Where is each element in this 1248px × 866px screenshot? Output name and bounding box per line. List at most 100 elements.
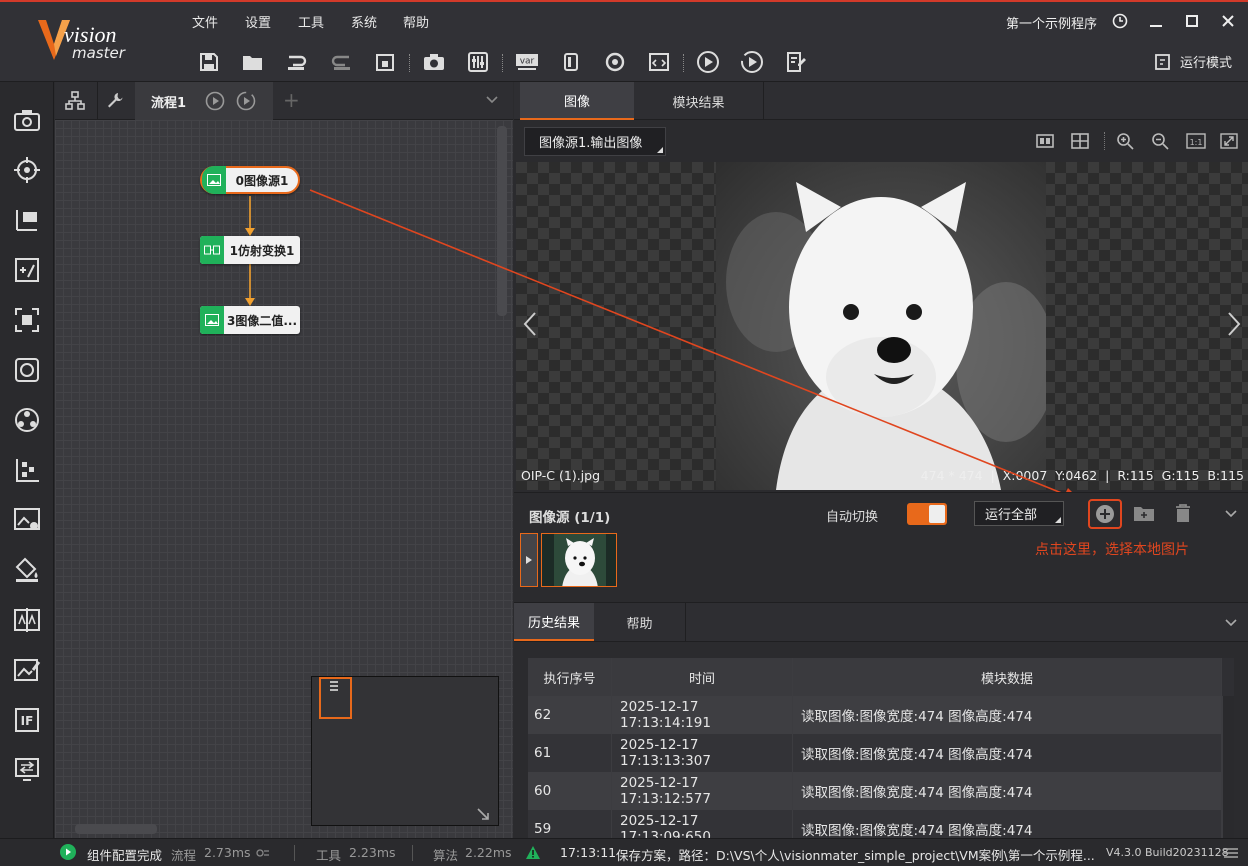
- flow-tab-label: 流程1: [151, 96, 187, 111]
- defect-detect-icon[interactable]: [11, 304, 43, 336]
- image-process-icon[interactable]: [11, 254, 43, 286]
- communication-tool-icon[interactable]: [11, 754, 43, 786]
- table-row[interactable]: 59 2025-12-17 17:13:09:650 读取图像:图像宽度:474…: [528, 810, 1222, 838]
- add-flow-icon[interactable]: +: [283, 88, 300, 112]
- image-source-dropdown[interactable]: 图像源1.输出图像: [524, 127, 666, 156]
- warning-icon: [525, 845, 541, 860]
- table-row[interactable]: 62 2025-12-17 17:13:14:191 读取图像:图像宽度:474…: [528, 696, 1222, 734]
- cell-data: 读取图像:图像宽度:474 图像高度:474: [793, 734, 1222, 772]
- single-view-icon[interactable]: [1036, 132, 1054, 150]
- fill-icon[interactable]: [11, 554, 43, 586]
- wrench-icon[interactable]: [106, 91, 124, 109]
- open-folder-icon[interactable]: [238, 47, 268, 77]
- zoom-in-icon[interactable]: [1116, 132, 1134, 150]
- flow-node-image-source[interactable]: 0图像源1: [200, 166, 300, 194]
- save-icon[interactable]: [194, 47, 224, 77]
- camera-icon[interactable]: [419, 47, 449, 77]
- run-loop-icon[interactable]: [737, 47, 767, 77]
- menu-settings[interactable]: 设置: [245, 12, 271, 31]
- thumbnail-expand-button[interactable]: [520, 533, 538, 587]
- cell-data: 读取图像:图像宽度:474 图像高度:474: [793, 696, 1222, 734]
- communication-icon[interactable]: [556, 47, 586, 77]
- if-condition-icon[interactable]: IF: [11, 704, 43, 736]
- history-tab-bar: 历史结果 帮助: [514, 602, 1248, 642]
- tab-history[interactable]: 历史结果: [514, 603, 594, 641]
- lock-icon[interactable]: [370, 47, 400, 77]
- delete-icon[interactable]: [1174, 503, 1192, 523]
- maximize-button[interactable]: [1178, 10, 1206, 32]
- pixel-info: 474 * 474 | X:0007 Y:0462 | R:115 G:115 …: [920, 468, 1244, 483]
- minimize-button[interactable]: [1142, 10, 1170, 32]
- cell-seq: 59: [528, 810, 612, 838]
- collapse-history-icon[interactable]: [1224, 616, 1238, 630]
- next-image-icon[interactable]: [1226, 310, 1242, 338]
- app-logo: vision master: [34, 16, 154, 66]
- locate-crosshair-icon[interactable]: [11, 154, 43, 186]
- column-header-data: 模块数据: [793, 658, 1222, 696]
- collapse-panel-icon[interactable]: [1224, 507, 1238, 521]
- tab-help[interactable]: 帮助: [594, 603, 686, 641]
- tab-image[interactable]: 图像: [520, 82, 634, 120]
- table-row[interactable]: 61 2025-12-17 17:13:13:307 读取图像:图像宽度:474…: [528, 734, 1222, 772]
- auto-switch-toggle[interactable]: [907, 503, 947, 525]
- minimap-viewport[interactable]: [319, 677, 352, 719]
- calibration-icon[interactable]: [11, 454, 43, 486]
- status-bar: 组件配置完成 流程 2.73ms 工具 2.23ms 算法 2.22ms 17:…: [0, 838, 1248, 866]
- run-all-dropdown[interactable]: 运行全部: [974, 501, 1064, 526]
- chevron-down-icon[interactable]: [485, 92, 499, 106]
- run-once-icon[interactable]: [693, 47, 723, 77]
- flow-node-binarize[interactable]: 3图像二值...: [200, 306, 300, 334]
- dropdown-corner-icon: [1055, 517, 1061, 523]
- align-icon[interactable]: [11, 604, 43, 636]
- grid-view-icon[interactable]: [1071, 132, 1089, 150]
- status-tool-time: 2.23ms: [349, 845, 396, 860]
- flow-run-icon[interactable]: [205, 91, 225, 111]
- minimap[interactable]: [311, 676, 499, 826]
- canvas-vertical-scrollbar[interactable]: [497, 126, 507, 316]
- add-local-image-button[interactable]: [1088, 499, 1122, 529]
- image-thumbnail[interactable]: [541, 533, 617, 587]
- menu-help[interactable]: 帮助: [403, 12, 429, 31]
- logic-tool-icon[interactable]: [11, 404, 43, 436]
- measure-icon[interactable]: [11, 204, 43, 236]
- fit-window-icon[interactable]: [1220, 132, 1238, 150]
- menu-tools[interactable]: 工具: [298, 12, 324, 31]
- table-vertical-scrollbar[interactable]: [1222, 696, 1234, 838]
- undo-icon[interactable]: [282, 47, 312, 77]
- image-generate-icon[interactable]: [11, 654, 43, 686]
- prev-image-icon[interactable]: [522, 310, 538, 338]
- title-bar: vision master 文件 设置 工具 系统 帮助 第一个示例程序 var…: [0, 0, 1248, 82]
- image-viewer[interactable]: OIP-C (1).jpg 474 * 474 | X:0007 Y:0462 …: [516, 162, 1248, 490]
- status-algo-time: 2.22ms: [465, 845, 512, 860]
- canvas-horizontal-scrollbar[interactable]: [75, 824, 157, 834]
- global-trigger-icon[interactable]: [600, 47, 630, 77]
- tab-image-label: 图像: [563, 94, 590, 110]
- actual-size-icon[interactable]: 1:1: [1186, 132, 1206, 150]
- redo-icon[interactable]: [326, 47, 356, 77]
- minimap-resize-icon[interactable]: [476, 807, 490, 821]
- menu-file[interactable]: 文件: [192, 12, 218, 31]
- controller-icon[interactable]: [463, 47, 493, 77]
- add-folder-icon[interactable]: [1133, 504, 1155, 522]
- tab-flow1[interactable]: 流程1: [135, 82, 273, 120]
- flow-node-affine-transform[interactable]: 1仿射变换1: [200, 236, 300, 264]
- clock-icon[interactable]: [1106, 10, 1134, 32]
- report-icon[interactable]: [781, 47, 811, 77]
- close-button[interactable]: [1214, 10, 1242, 32]
- status-algo-label: 算法: [433, 848, 459, 863]
- run-mode-button[interactable]: 运行模式: [1154, 52, 1232, 71]
- flow-loop-icon[interactable]: [236, 91, 256, 111]
- color-process-icon[interactable]: [11, 504, 43, 536]
- variable-icon[interactable]: var: [512, 47, 542, 77]
- table-row[interactable]: 60 2025-12-17 17:13:12:577 读取图像:图像宽度:474…: [528, 772, 1222, 810]
- recognition-icon[interactable]: [11, 354, 43, 386]
- script-icon[interactable]: [644, 47, 674, 77]
- status-ok-icon: [60, 844, 76, 860]
- tab-module-result[interactable]: 模块结果: [634, 82, 764, 120]
- acquisition-camera-icon[interactable]: [11, 104, 43, 136]
- menu-system[interactable]: 系统: [351, 12, 377, 31]
- status-menu-icon[interactable]: [1224, 847, 1238, 859]
- zoom-out-icon[interactable]: [1151, 132, 1169, 150]
- flow-canvas[interactable]: 0图像源1 1仿射变换1 3图像二值...: [55, 120, 513, 838]
- flow-tree-icon[interactable]: [65, 91, 85, 111]
